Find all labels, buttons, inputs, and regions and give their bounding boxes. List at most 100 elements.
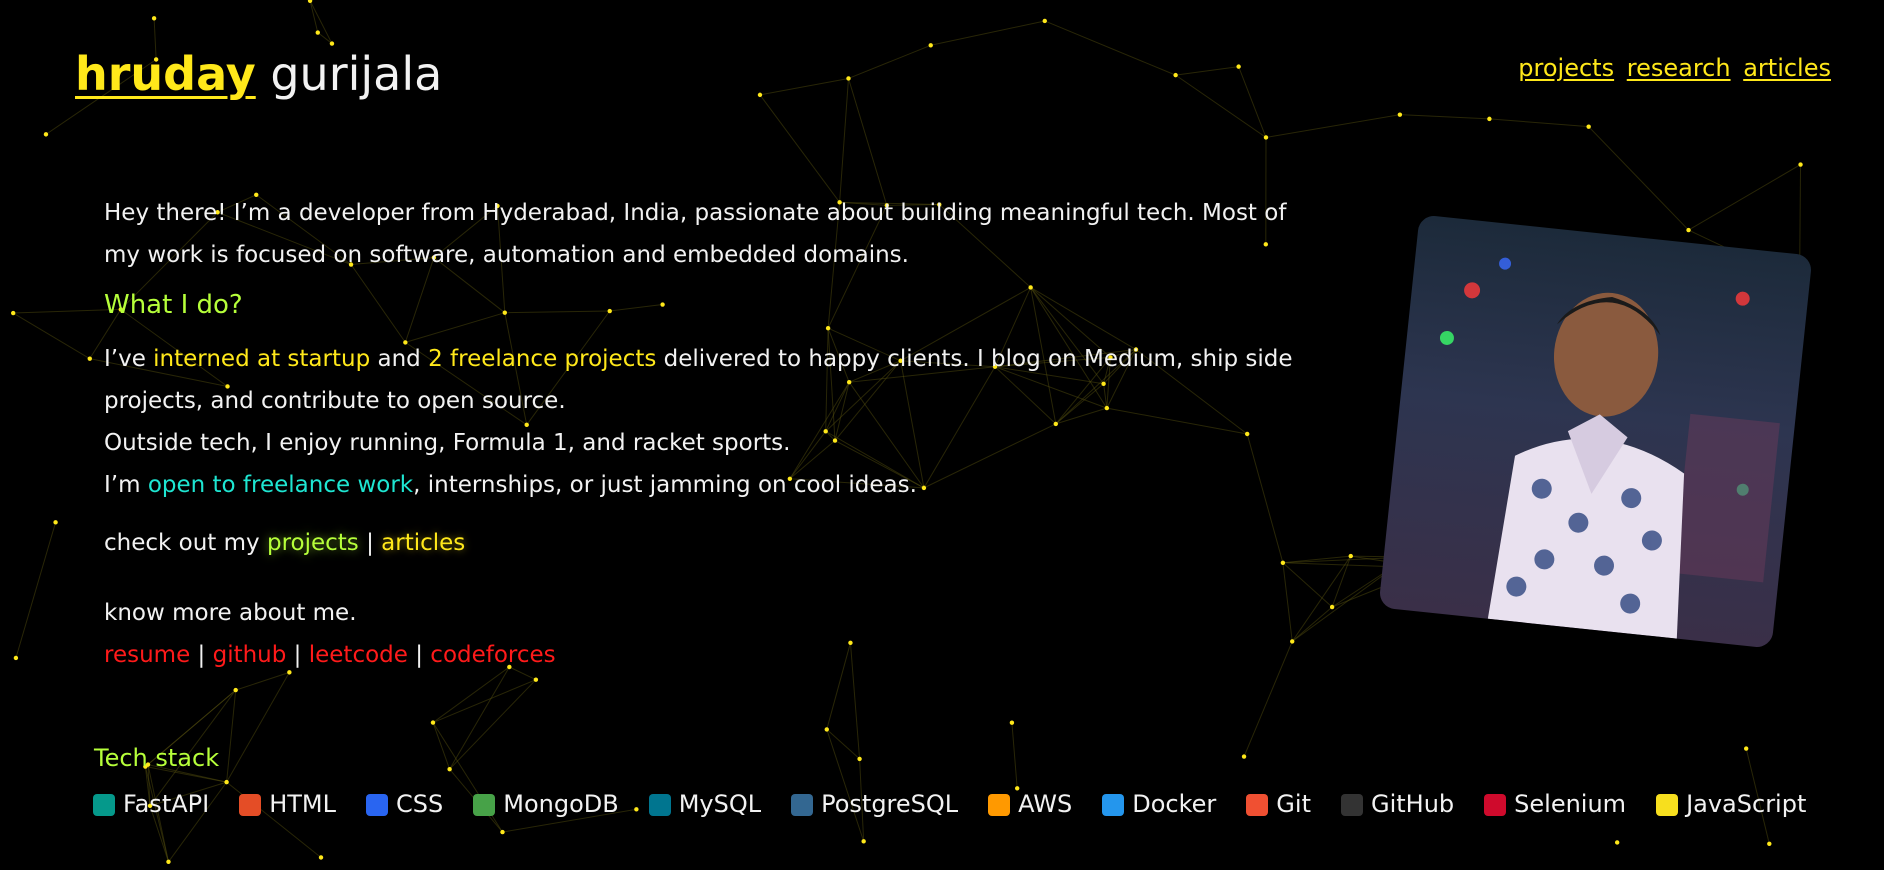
network-node <box>824 727 829 732</box>
checkout-prefix: check out my <box>104 530 267 556</box>
network-node <box>1767 841 1772 847</box>
brand-last-name: gurijala <box>270 47 443 101</box>
network-node <box>1263 135 1269 140</box>
aws-icon <box>988 794 1011 816</box>
what-i-do-heading: What I do? <box>104 290 243 320</box>
mongodb-icon <box>473 794 496 816</box>
tech-item: Git <box>1246 786 1311 822</box>
docker-icon <box>1102 794 1125 816</box>
network-node <box>1487 116 1492 122</box>
network-line <box>759 77 849 96</box>
nav-link-research[interactable]: research <box>1627 54 1731 82</box>
network-node <box>43 132 49 137</box>
network-node <box>315 30 320 35</box>
checkout-projects-link[interactable]: projects <box>267 530 359 556</box>
network-line <box>1044 20 1176 76</box>
network-line <box>12 312 91 360</box>
network-node <box>500 829 505 835</box>
separator: | <box>407 642 431 668</box>
network-node <box>1329 604 1335 610</box>
html5-icon <box>239 794 262 816</box>
tech-item-label: FastAPI <box>123 790 210 818</box>
github-icon <box>1340 794 1363 816</box>
git-icon <box>1246 794 1269 816</box>
network-node <box>1236 64 1241 69</box>
internship-link[interactable]: interned at startup <box>153 346 370 372</box>
tech-item: JavaScript <box>1656 786 1806 822</box>
network-node <box>846 76 851 81</box>
tech-item-label: JavaScript <box>1686 790 1807 818</box>
brand-first-name[interactable]: hruday <box>75 47 256 101</box>
network-node <box>87 356 92 361</box>
what-i-do-paragraph-1-cont: projects, and contribute to open source. <box>104 388 566 414</box>
network-node <box>1686 227 1691 233</box>
intro-line-2: my work is focused on software, automati… <box>104 242 909 268</box>
network-line <box>1175 74 1267 138</box>
resume-link[interactable]: resume <box>104 642 190 668</box>
network-node <box>307 0 313 3</box>
network-line <box>449 679 537 770</box>
network-node <box>447 766 452 772</box>
network-line <box>1489 118 1589 128</box>
tech-item: HTML <box>239 786 336 822</box>
text-fragment: , internships, or just jamming on cool i… <box>413 472 917 498</box>
nav-link-articles[interactable]: articles <box>1743 54 1831 82</box>
intro-line-1: Hey there! I’m a developer from Hyderaba… <box>104 200 1287 226</box>
network-line <box>309 0 319 33</box>
what-i-do-paragraph-1: I’ve interned at startup and 2 freelance… <box>104 338 1304 380</box>
network-line <box>1399 114 1490 120</box>
freelance-projects-link[interactable]: 2 freelance projects <box>428 346 656 372</box>
network-node <box>233 687 238 693</box>
text-fragment: and <box>370 346 429 372</box>
network-node <box>1241 754 1247 759</box>
site-brand[interactable]: hruday gurijala <box>75 44 442 104</box>
network-line <box>1238 66 1267 138</box>
network-line <box>848 44 931 79</box>
network-line <box>930 20 1045 46</box>
network-node <box>318 855 324 860</box>
network-node <box>224 779 229 785</box>
open-to-freelance-link[interactable]: open to freelance work <box>148 472 413 498</box>
text-fragment: I’m <box>104 472 148 498</box>
network-node <box>10 310 16 316</box>
tech-item: Selenium <box>1484 786 1626 822</box>
know-more-heading: know more about me. <box>104 600 357 626</box>
network-node <box>1009 720 1015 725</box>
top-navigation: projects research articles <box>1513 54 1831 82</box>
tech-item-label: GitHub <box>1370 790 1455 818</box>
network-line <box>15 522 57 659</box>
tech-item-label: MySQL <box>678 790 762 818</box>
codeforces-link[interactable]: codeforces <box>430 642 555 668</box>
network-line <box>1588 126 1689 231</box>
selenium-icon <box>1484 794 1507 816</box>
tech-item: MySQL <box>648 786 762 822</box>
network-node <box>430 720 436 725</box>
tech-stack-title: Tech stack <box>94 744 220 772</box>
text-fragment: I’ve <box>104 346 154 372</box>
leetcode-link[interactable]: leetcode <box>309 642 408 668</box>
fastapi-icon <box>93 794 115 816</box>
tech-item-label: Git <box>1276 790 1311 818</box>
separator: | <box>286 642 309 668</box>
network-node <box>151 16 157 21</box>
network-line <box>1265 114 1400 138</box>
network-node <box>857 756 862 762</box>
network-node <box>1348 553 1353 559</box>
checkout-articles-link[interactable]: articles <box>381 530 465 556</box>
tech-item-label: MongoDB <box>503 790 619 818</box>
mysql-icon <box>648 794 671 816</box>
nav-link-projects[interactable]: projects <box>1518 54 1614 82</box>
tech-item: PostgreSQL <box>791 786 958 822</box>
network-node <box>1586 124 1591 129</box>
network-line <box>839 78 849 203</box>
postgresql-icon <box>791 794 814 816</box>
hobbies-line: Outside tech, I enjoy running, Formula 1… <box>104 430 791 456</box>
tech-item: MongoDB <box>473 786 619 822</box>
tech-item-label: CSS <box>396 790 444 818</box>
network-node <box>757 92 763 98</box>
separator: | <box>358 530 382 556</box>
github-link[interactable]: github <box>213 642 287 668</box>
network-line <box>432 722 451 770</box>
tech-item-label: PostgreSQL <box>821 790 959 818</box>
network-node <box>1798 162 1803 167</box>
